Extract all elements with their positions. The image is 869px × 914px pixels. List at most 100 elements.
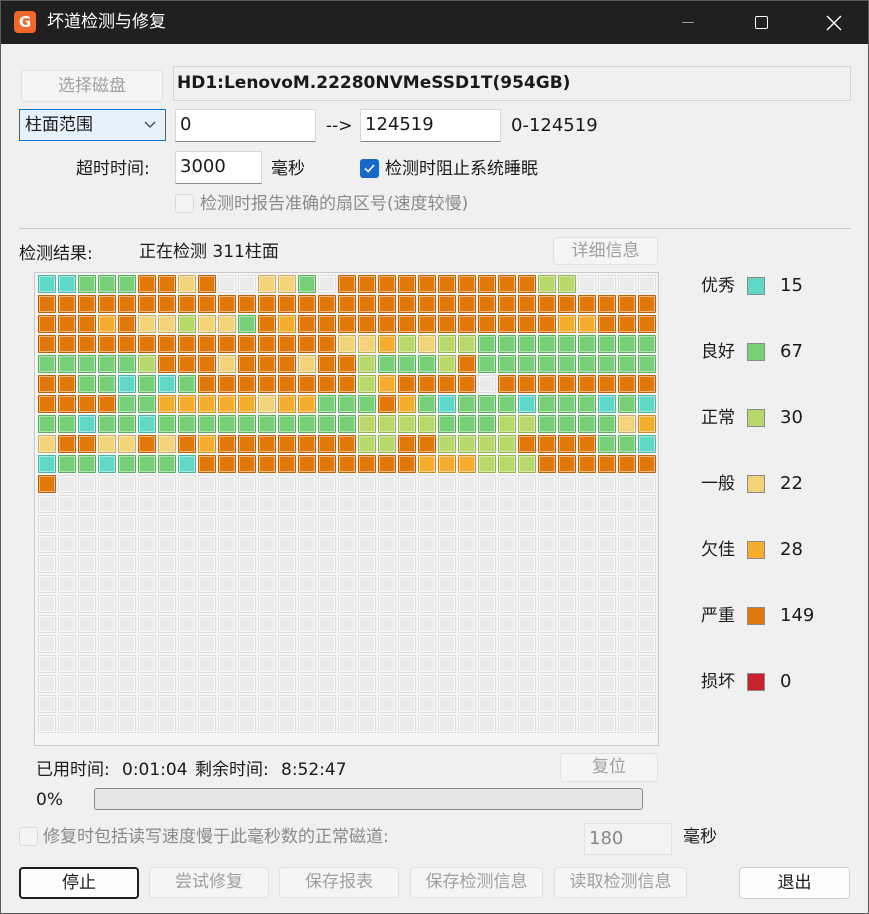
- sector-cell: [58, 495, 76, 513]
- sector-cell: [38, 515, 56, 533]
- sector-cell: [138, 335, 156, 353]
- sector-cell: [58, 635, 76, 653]
- sector-cell: [598, 315, 616, 333]
- prevent-sleep-checkbox[interactable]: [360, 159, 379, 178]
- sector-cell: [498, 295, 516, 313]
- sector-cell: [258, 595, 276, 613]
- stop-button[interactable]: 停止: [19, 867, 139, 899]
- sector-cell: [218, 575, 236, 593]
- sector-cell: [398, 495, 416, 513]
- select-disk-button[interactable]: 选择磁盘: [21, 70, 163, 102]
- sector-cell: [518, 475, 536, 493]
- sector-cell: [38, 335, 56, 353]
- sector-cell: [338, 535, 356, 553]
- sector-cell: [398, 475, 416, 493]
- range-from-input[interactable]: 0: [175, 109, 316, 142]
- sector-cell: [238, 315, 256, 333]
- try-repair-button[interactable]: 尝试修复: [149, 867, 269, 898]
- load-scan-info-button[interactable]: 读取检测信息: [554, 867, 687, 898]
- sector-cell: [498, 615, 516, 633]
- sector-cell: [618, 435, 636, 453]
- sector-cell: [58, 275, 76, 293]
- sector-cell: [58, 675, 76, 693]
- sector-cell: [318, 695, 336, 713]
- maximize-button[interactable]: [727, 1, 795, 44]
- detail-info-button[interactable]: 详细信息: [553, 237, 658, 265]
- sector-cell: [178, 615, 196, 633]
- sector-cell: [78, 335, 96, 353]
- reset-button[interactable]: 复位: [560, 753, 658, 782]
- sector-cell: [558, 435, 576, 453]
- sector-cell: [298, 475, 316, 493]
- sector-cell: [118, 355, 136, 373]
- legend-count: 22: [780, 473, 803, 494]
- sector-cell: [458, 455, 476, 473]
- sector-cell: [538, 575, 556, 593]
- sector-cell: [458, 555, 476, 573]
- sector-cell: [98, 575, 116, 593]
- timeout-input[interactable]: 3000: [175, 151, 262, 184]
- sector-cell: [438, 495, 456, 513]
- sector-cell: [638, 555, 656, 573]
- legend-label: 严重: [701, 606, 735, 626]
- sector-cell: [78, 655, 96, 673]
- sector-cell: [98, 675, 116, 693]
- sector-cell: [418, 655, 436, 673]
- save-scan-info-button[interactable]: 保存检测信息: [410, 867, 543, 898]
- sector-cell: [418, 315, 436, 333]
- sector-cell: [578, 335, 596, 353]
- sector-cell: [518, 515, 536, 533]
- minimize-button[interactable]: [654, 1, 722, 44]
- sector-cell: [158, 455, 176, 473]
- range-to-input[interactable]: 124519: [360, 109, 501, 142]
- legend-swatch: [747, 541, 765, 559]
- range-arrow: -->: [326, 116, 353, 136]
- sector-cell: [338, 655, 356, 673]
- sector-cell: [218, 695, 236, 713]
- sector-cell: [418, 435, 436, 453]
- sector-cell: [598, 555, 616, 573]
- sector-cell: [378, 695, 396, 713]
- sector-cell: [118, 395, 136, 413]
- sector-cell: [258, 615, 276, 633]
- repair-slow-checkbox[interactable]: [19, 827, 38, 846]
- save-report-button[interactable]: 保存报表: [279, 867, 399, 898]
- sector-cell: [98, 475, 116, 493]
- sector-cell: [478, 495, 496, 513]
- sector-cell: [198, 435, 216, 453]
- sector-cell: [378, 375, 396, 393]
- sector-cell: [478, 535, 496, 553]
- close-button[interactable]: [800, 1, 868, 44]
- sector-cell: [578, 275, 596, 293]
- sector-cell: [218, 475, 236, 493]
- exact-sector-checkbox[interactable]: [175, 194, 194, 213]
- sector-cell: [218, 595, 236, 613]
- sector-cell: [478, 675, 496, 693]
- repair-slow-input[interactable]: 180: [584, 823, 672, 855]
- sector-cell: [458, 415, 476, 433]
- legend-swatch: [747, 673, 765, 691]
- sector-cell: [138, 355, 156, 373]
- sector-cell: [218, 615, 236, 633]
- sector-cell: [398, 295, 416, 313]
- sector-cell: [638, 355, 656, 373]
- sector-cell: [58, 615, 76, 633]
- sector-cell: [138, 715, 156, 733]
- sector-cell: [638, 315, 656, 333]
- sector-cell: [418, 695, 436, 713]
- sector-cell: [378, 355, 396, 373]
- sector-cell: [158, 575, 176, 593]
- sector-cell: [258, 535, 276, 553]
- sector-cell: [558, 275, 576, 293]
- sector-cell: [138, 675, 156, 693]
- sector-cell: [158, 275, 176, 293]
- sector-cell: [238, 395, 256, 413]
- sector-cell: [618, 615, 636, 633]
- sector-cell: [198, 615, 216, 633]
- sector-cell: [378, 455, 396, 473]
- range-mode-select[interactable]: 柱面范围: [19, 109, 166, 141]
- exit-button[interactable]: 退出: [739, 867, 850, 899]
- sector-cell: [498, 275, 516, 293]
- sector-cell: [218, 495, 236, 513]
- sector-cell: [518, 275, 536, 293]
